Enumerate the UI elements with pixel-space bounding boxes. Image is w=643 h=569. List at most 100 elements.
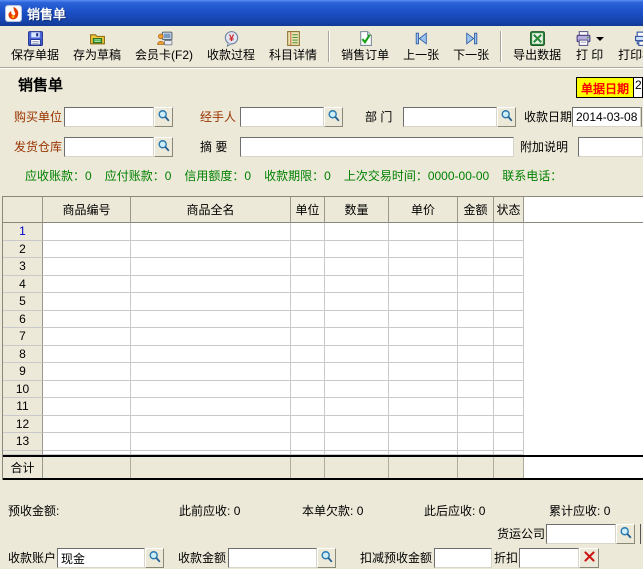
payment-account-input[interactable]: [57, 548, 145, 568]
previous-button[interactable]: 上一张: [396, 27, 446, 66]
grid-cell[interactable]: [389, 328, 458, 346]
grid-cell[interactable]: [458, 276, 494, 294]
grid-cell[interactable]: [325, 276, 389, 294]
amount-lookup-button[interactable]: [317, 548, 336, 568]
grid-cell[interactable]: [458, 241, 494, 259]
payment-process-button[interactable]: ¥ 收款过程: [200, 27, 262, 66]
row-number[interactable]: 7: [3, 328, 43, 346]
grid-cell[interactable]: [494, 346, 524, 364]
grid-cell[interactable]: [43, 398, 131, 416]
print-style-button[interactable]: 打印样式: [611, 27, 643, 66]
row-number[interactable]: 9: [3, 363, 43, 381]
row-number[interactable]: 11: [3, 398, 43, 416]
row-number[interactable]: 4: [3, 276, 43, 294]
grid-cell[interactable]: [494, 381, 524, 399]
grid-cell[interactable]: [131, 223, 291, 241]
grid-cell[interactable]: [494, 416, 524, 434]
grid-cell[interactable]: [389, 433, 458, 451]
grid-cell[interactable]: [325, 381, 389, 399]
grid-cell[interactable]: [325, 258, 389, 276]
warehouse-input[interactable]: [64, 137, 154, 157]
grid-cell[interactable]: [389, 363, 458, 381]
row-number[interactable]: 13: [3, 433, 43, 451]
row-number[interactable]: 8: [3, 346, 43, 364]
grid-cell[interactable]: [43, 311, 131, 329]
grid-cell[interactable]: [43, 416, 131, 434]
column-header[interactable]: 状态: [494, 197, 524, 222]
grid-cell[interactable]: [389, 293, 458, 311]
row-number[interactable]: 6: [3, 311, 43, 329]
column-header[interactable]: 单价: [389, 197, 458, 222]
grid-cell[interactable]: [494, 398, 524, 416]
grid-cell[interactable]: [291, 381, 325, 399]
grid-cell[interactable]: [494, 276, 524, 294]
grid-cell[interactable]: [325, 398, 389, 416]
grid-cell[interactable]: [458, 346, 494, 364]
grid-cell[interactable]: [389, 311, 458, 329]
freight-lookup-button[interactable]: [616, 524, 635, 544]
warehouse-lookup-button[interactable]: [154, 137, 173, 157]
grid-cell[interactable]: [389, 346, 458, 364]
grid-cell[interactable]: [291, 328, 325, 346]
grid-cell[interactable]: [494, 311, 524, 329]
collect-date-input[interactable]: [572, 107, 641, 127]
freight-company-input[interactable]: [546, 524, 616, 544]
account-lookup-button[interactable]: [145, 548, 164, 568]
grid-cell[interactable]: [389, 451, 458, 455]
department-input[interactable]: [403, 107, 497, 127]
grid-cell[interactable]: [494, 223, 524, 241]
row-number[interactable]: 5: [3, 293, 43, 311]
grid-cell[interactable]: [43, 363, 131, 381]
grid-cell[interactable]: [131, 433, 291, 451]
grid-cell[interactable]: [43, 328, 131, 346]
grid-cell[interactable]: [291, 241, 325, 259]
grid-cell[interactable]: [43, 293, 131, 311]
grid-cell[interactable]: [291, 346, 325, 364]
grid-cell[interactable]: [131, 311, 291, 329]
grid-cell[interactable]: [458, 328, 494, 346]
grid-cell[interactable]: [389, 223, 458, 241]
grid-cell[interactable]: [389, 241, 458, 259]
department-lookup-button[interactable]: [497, 107, 516, 127]
member-card-button[interactable]: 会员卡(F2): [128, 27, 200, 66]
grid-cell[interactable]: [131, 241, 291, 259]
grid-cell[interactable]: [389, 276, 458, 294]
grid-cell[interactable]: [325, 416, 389, 434]
grid-cell[interactable]: [291, 416, 325, 434]
grid-cell[interactable]: [291, 258, 325, 276]
grid-cell[interactable]: [325, 433, 389, 451]
grid-cell[interactable]: [458, 416, 494, 434]
grid-cell[interactable]: [131, 346, 291, 364]
grid-cell[interactable]: [325, 293, 389, 311]
grid-cell[interactable]: [325, 241, 389, 259]
buyer-lookup-button[interactable]: [154, 107, 173, 127]
grid-cell[interactable]: [389, 416, 458, 434]
row-number[interactable]: 2: [3, 241, 43, 259]
grid-cell[interactable]: [389, 398, 458, 416]
abstract-input[interactable]: [240, 137, 514, 157]
discount-input[interactable]: [519, 548, 579, 568]
grid-cell[interactable]: [325, 346, 389, 364]
subject-details-button[interactable]: 科目详情: [262, 27, 324, 66]
grid-cell[interactable]: [494, 258, 524, 276]
grid-cell[interactable]: [325, 311, 389, 329]
grid-cell[interactable]: [458, 398, 494, 416]
grid-cell[interactable]: [43, 451, 131, 455]
caret-down-icon[interactable]: [596, 37, 604, 41]
grid-cell[interactable]: [131, 363, 291, 381]
grid-cell[interactable]: [43, 346, 131, 364]
grid-cell[interactable]: [131, 328, 291, 346]
grid-cell[interactable]: [458, 433, 494, 451]
grid-cell[interactable]: [458, 293, 494, 311]
sales-order-button[interactable]: 销售订单: [334, 27, 396, 66]
grid-cell[interactable]: [389, 381, 458, 399]
row-number-header[interactable]: [3, 197, 43, 222]
grid-cell[interactable]: [291, 293, 325, 311]
titlebar[interactable]: 销售单: [0, 0, 643, 26]
grid-cell[interactable]: [131, 293, 291, 311]
grid-cell[interactable]: [131, 451, 291, 455]
grid-cell[interactable]: [291, 276, 325, 294]
grid-cell[interactable]: [458, 258, 494, 276]
grid-cell[interactable]: [131, 258, 291, 276]
grid-cell[interactable]: [131, 416, 291, 434]
